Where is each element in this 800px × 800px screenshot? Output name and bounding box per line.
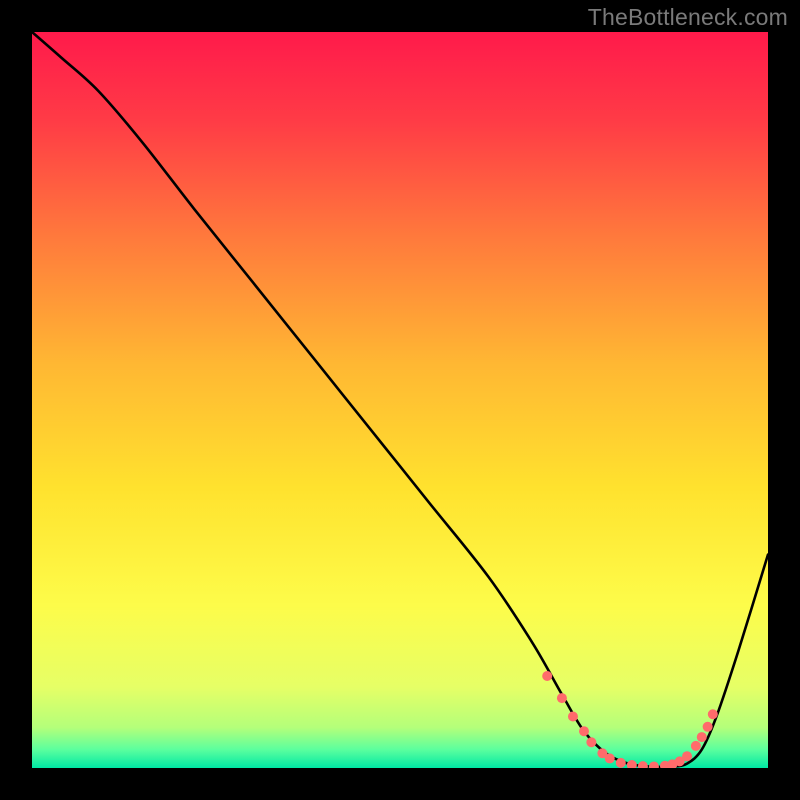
highlight-point (579, 726, 589, 736)
highlight-point (586, 737, 596, 747)
highlight-point (691, 741, 701, 751)
highlight-point (708, 709, 718, 719)
highlight-point (542, 671, 552, 681)
highlight-point (697, 732, 707, 742)
plot-area (32, 32, 768, 768)
highlight-point (557, 693, 567, 703)
highlight-point (616, 758, 626, 768)
highlight-point (703, 722, 713, 732)
highlight-point (682, 751, 692, 761)
chart-svg (32, 32, 768, 768)
highlight-point (568, 711, 578, 721)
watermark-text: TheBottleneck.com (588, 4, 788, 31)
highlight-point (605, 753, 615, 763)
chart-frame: TheBottleneck.com (0, 0, 800, 800)
